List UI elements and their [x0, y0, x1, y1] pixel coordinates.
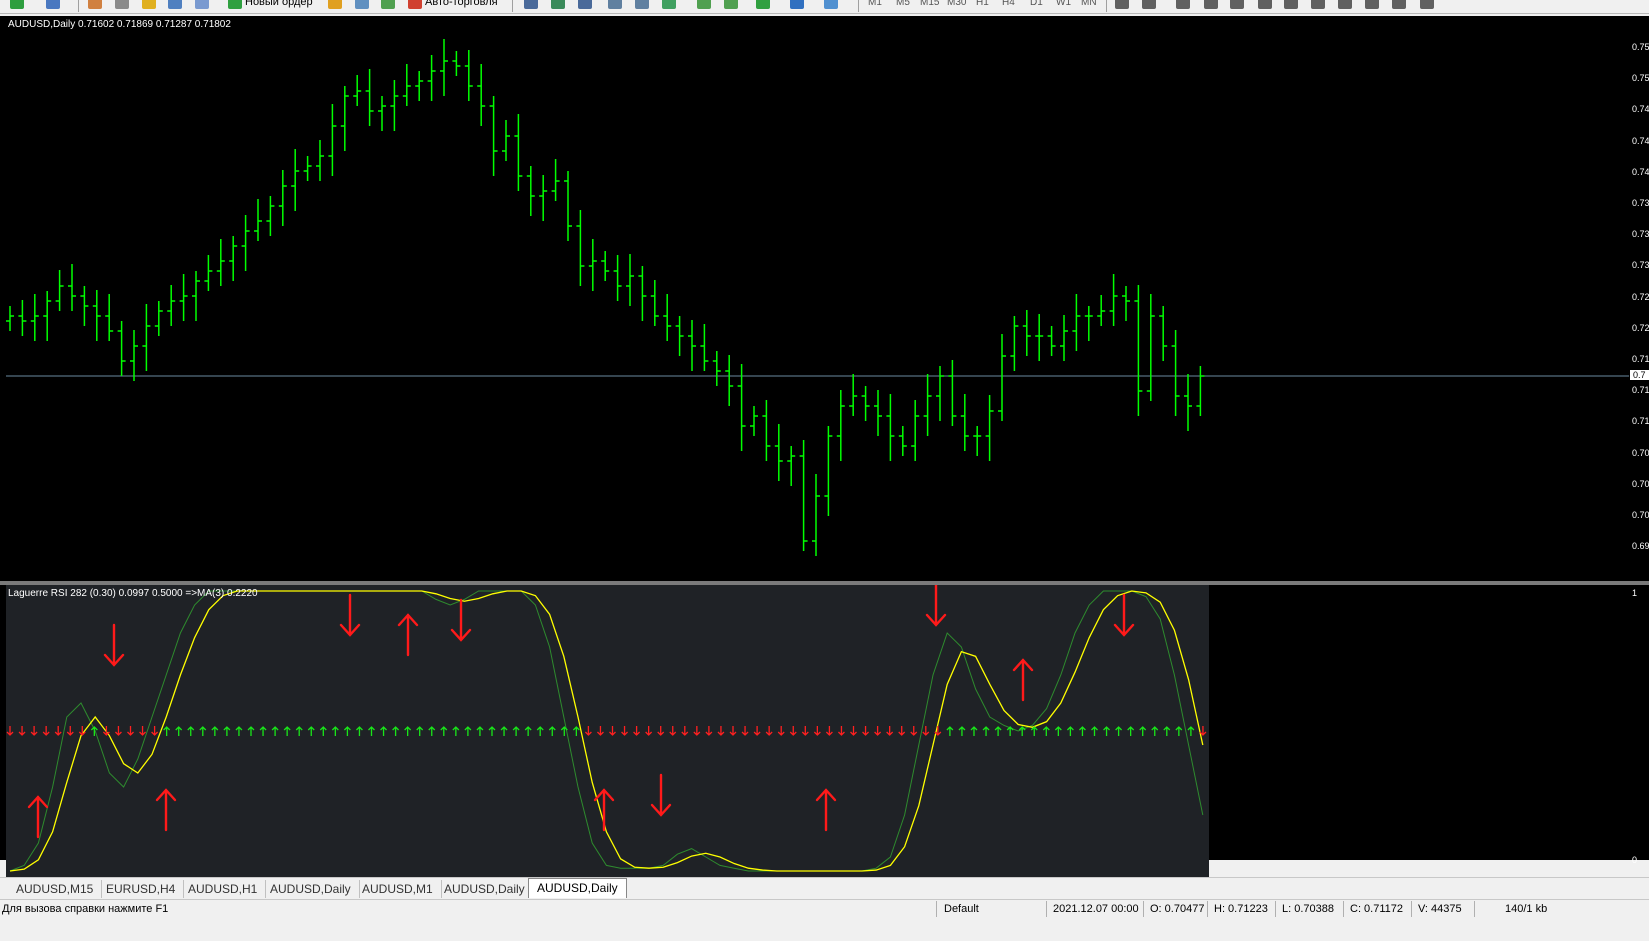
toolbar: Новый ордер Авто-торговля M1 M5 M15 M30 … — [0, 0, 1649, 14]
horizontal-line-icon[interactable] — [1204, 0, 1218, 9]
market-watch-icon[interactable] — [88, 0, 102, 9]
trendline-icon[interactable] — [1230, 0, 1244, 9]
chart-tab[interactable]: AUDUSD,M15 — [8, 880, 103, 898]
chart-tab[interactable]: EURUSD,H4 — [98, 880, 185, 898]
tf-h1[interactable]: H1 — [976, 0, 989, 8]
price-tick: 0.69 — [1632, 541, 1649, 552]
indicator-tick: 0 — [1632, 855, 1638, 865]
new-order-icon[interactable] — [228, 0, 242, 9]
tf-mn[interactable]: MN — [1081, 0, 1097, 8]
bar-chart-icon[interactable] — [524, 0, 538, 9]
tf-m30[interactable]: M30 — [947, 0, 966, 8]
text-icon[interactable] — [1311, 0, 1325, 9]
signals-icon[interactable] — [355, 0, 369, 9]
chart-tab[interactable]: AUDUSD,Daily — [528, 878, 627, 898]
tile-windows-icon[interactable] — [662, 0, 676, 9]
autotrading-icon[interactable] — [408, 0, 422, 9]
chart-tab[interactable]: AUDUSD,Daily — [436, 880, 534, 898]
new-chart-icon[interactable] — [10, 0, 24, 9]
tf-m5[interactable]: M5 — [896, 0, 910, 8]
status-bar: Для вызова справки нажмите F1 Default 20… — [0, 899, 1649, 941]
zoom-out-icon[interactable] — [635, 0, 649, 9]
price-chart[interactable] — [6, 16, 1629, 581]
cursor-icon[interactable] — [1115, 0, 1129, 9]
price-tick: 0.75 — [1632, 73, 1649, 84]
fibonacci-icon[interactable] — [1284, 0, 1298, 9]
status-volume: V: 44375 — [1418, 903, 1462, 915]
arrows-icon[interactable] — [1392, 0, 1406, 9]
candlestick-icon[interactable] — [551, 0, 565, 9]
status-high: H: 0.71223 — [1214, 903, 1268, 915]
tf-d1[interactable]: D1 — [1030, 0, 1043, 8]
price-tick: 0.71 — [1632, 385, 1649, 396]
tf-h4[interactable]: H4 — [1002, 0, 1015, 8]
terminal-icon[interactable] — [168, 0, 182, 9]
channel-icon[interactable] — [1258, 0, 1272, 9]
chart-window[interactable]: AUDUSD,Daily 0.71602 0.71869 0.71287 0.7… — [0, 16, 1649, 893]
templates-icon[interactable] — [824, 0, 838, 9]
autotrading-button[interactable]: Авто-торговля — [425, 0, 498, 12]
price-tick: 0.70 — [1632, 510, 1649, 520]
zoom-in-icon[interactable] — [608, 0, 622, 9]
market-icon[interactable] — [381, 0, 395, 9]
periods-icon[interactable] — [790, 0, 804, 9]
price-tick: 0.70 — [1632, 478, 1649, 489]
tester-icon[interactable] — [195, 0, 209, 9]
price-tick: 0.73 — [1632, 260, 1649, 271]
price-tick: 0.73 — [1632, 198, 1649, 208]
new-order-button[interactable]: Новый ордер — [245, 0, 313, 12]
chart-title: AUDUSD,Daily 0.71602 0.71869 0.71287 0.7… — [8, 19, 231, 30]
chart-tab[interactable]: AUDUSD,M1 — [354, 880, 442, 898]
current-price-tag: 0.7 — [1630, 370, 1649, 380]
price-tick: 0.74 — [1632, 166, 1649, 177]
price-axis: 0.75 0.75 0.74 0.74 0.74 0.73 0.73 0.73 0.72 0.72… — [1629, 16, 1649, 865]
indicator-tick: 1 — [1632, 588, 1638, 598]
price-tick: 0.74 — [1632, 135, 1649, 146]
indicator-title: Laguerre RSI 282 (0.30) 0.0997 0.5000 =>… — [8, 588, 258, 599]
indicator-pane[interactable] — [6, 585, 1629, 877]
autoscroll-icon[interactable] — [724, 0, 738, 9]
help-text: Для вызова справки нажмите F1 — [2, 903, 169, 915]
price-tick: 0.72 — [1632, 291, 1649, 302]
shapes-icon[interactable] — [1365, 0, 1379, 9]
status-datetime: 2021.12.07 00:00 — [1053, 903, 1139, 915]
chart-tabs: AUDUSD,M15 EURUSD,H4 AUDUSD,H1 AUDUSD,Daily… — [0, 877, 1649, 899]
status-open: O: 0.70477 — [1150, 903, 1205, 915]
tf-w1[interactable]: W1 — [1056, 0, 1071, 8]
label-icon[interactable] — [1338, 0, 1352, 9]
chart-shift-icon[interactable] — [697, 0, 711, 9]
price-tick: 0.72 — [1632, 322, 1649, 333]
more-tools-icon[interactable] — [1420, 0, 1434, 9]
profile-name: Default — [944, 903, 979, 915]
favorites-icon[interactable] — [142, 0, 156, 9]
price-tick: 0.70 — [1632, 447, 1649, 458]
price-tick: 0.73 — [1632, 229, 1649, 240]
tf-m15[interactable]: M15 — [920, 0, 939, 8]
vertical-line-icon[interactable] — [1176, 0, 1190, 9]
price-tick: 0.74 — [1632, 104, 1649, 115]
indicators-icon[interactable] — [756, 0, 770, 9]
profiles-icon[interactable] — [46, 0, 60, 9]
crosshair-icon[interactable] — [1142, 0, 1156, 9]
navigator-icon[interactable] — [115, 0, 129, 9]
metaeditor-icon[interactable] — [328, 0, 342, 9]
line-chart-icon[interactable] — [578, 0, 592, 9]
status-close: C: 0.71172 — [1350, 903, 1404, 915]
tf-m1[interactable]: M1 — [868, 0, 882, 8]
chart-tab[interactable]: AUDUSD,Daily — [262, 880, 360, 898]
price-tick: 0.71 — [1632, 354, 1649, 364]
price-tick: 0.71 — [1632, 416, 1649, 427]
chart-tab[interactable]: AUDUSD,H1 — [180, 880, 267, 898]
status-low: L: 0.70388 — [1282, 903, 1334, 915]
price-tick: 0.75 — [1632, 42, 1649, 52]
connection-status: 140/1 kb — [1505, 903, 1548, 915]
